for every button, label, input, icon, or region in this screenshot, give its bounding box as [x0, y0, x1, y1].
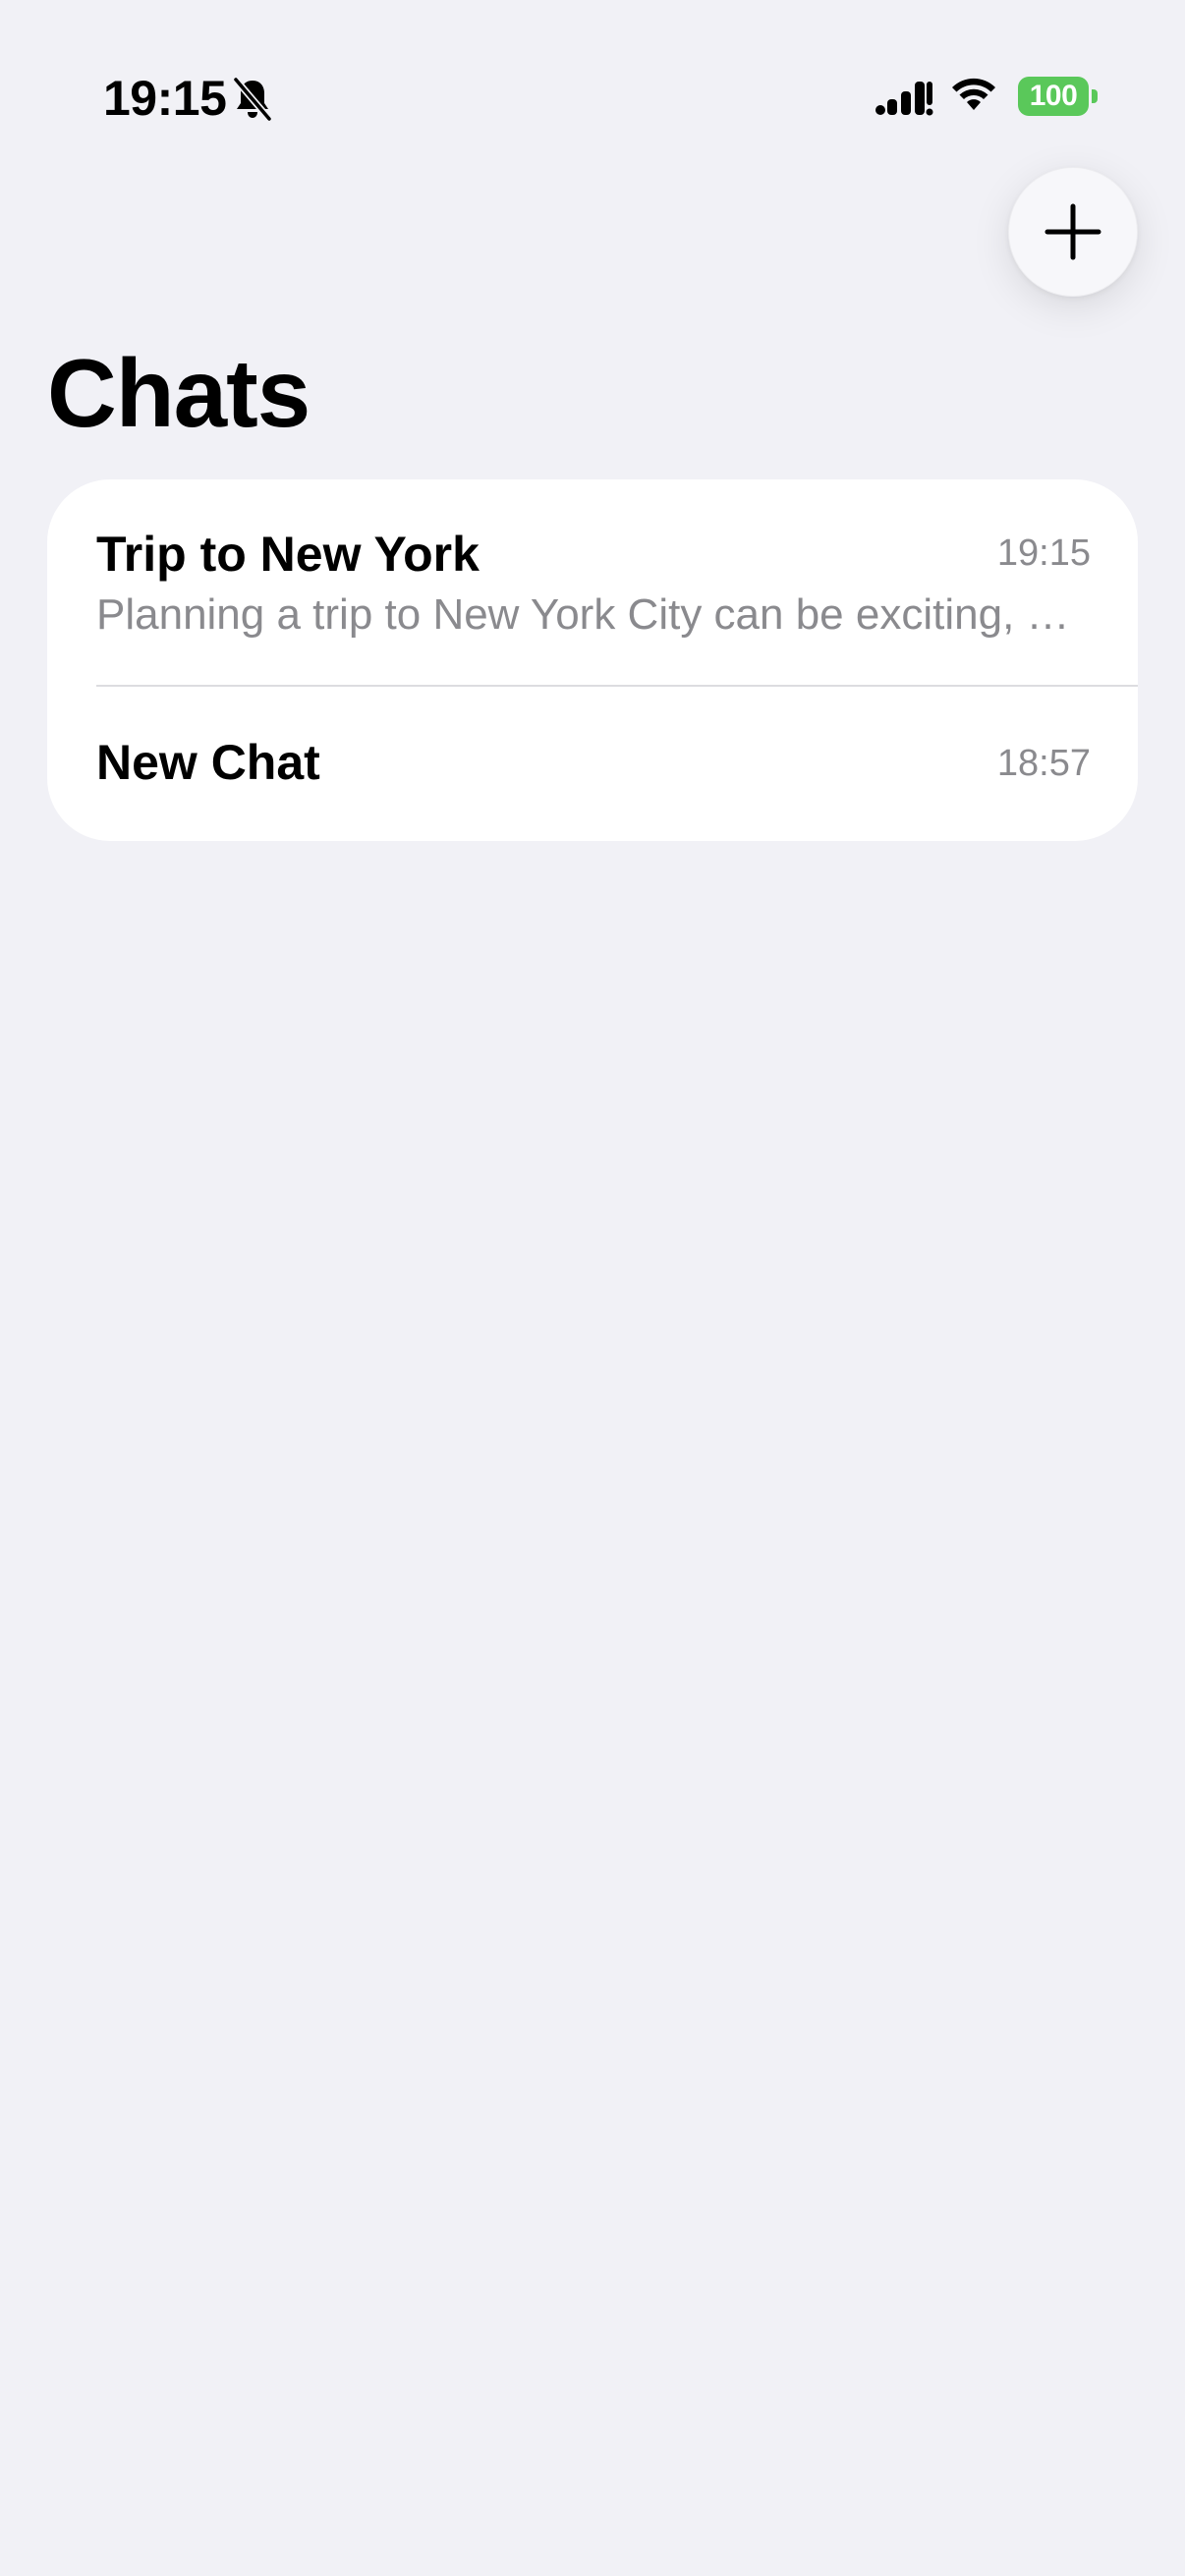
chats-screen: 19:15 100 Chats Trip to New York 19:15 P…	[0, 0, 1185, 2576]
chat-row-trip-to-new-york[interactable]: Trip to New York 19:15 Planning a trip t…	[47, 479, 1138, 687]
status-bar: 19:15 100	[0, 59, 1185, 138]
battery-tip	[1092, 89, 1098, 103]
chat-time: 18:57	[996, 743, 1091, 784]
status-time: 19:15	[103, 71, 227, 126]
wifi-icon	[952, 78, 995, 110]
bell-slash-icon	[232, 77, 273, 122]
signal-icon	[875, 82, 933, 116]
chat-time: 19:15	[996, 532, 1091, 574]
chat-list: Trip to New York 19:15 Planning a trip t…	[47, 479, 1138, 841]
plus-icon	[1044, 203, 1101, 260]
chat-preview: Planning a trip to New York City can be …	[96, 590, 1091, 639]
chat-row-new-chat[interactable]: New Chat 18:57	[47, 686, 1138, 841]
new-chat-button[interactable]	[1008, 167, 1138, 297]
chat-title: Trip to New York	[96, 527, 480, 582]
battery-level: 100	[1018, 77, 1089, 116]
chat-title: New Chat	[96, 735, 320, 790]
page-title: Chats	[47, 339, 310, 447]
battery-icon: 100	[1018, 77, 1099, 116]
